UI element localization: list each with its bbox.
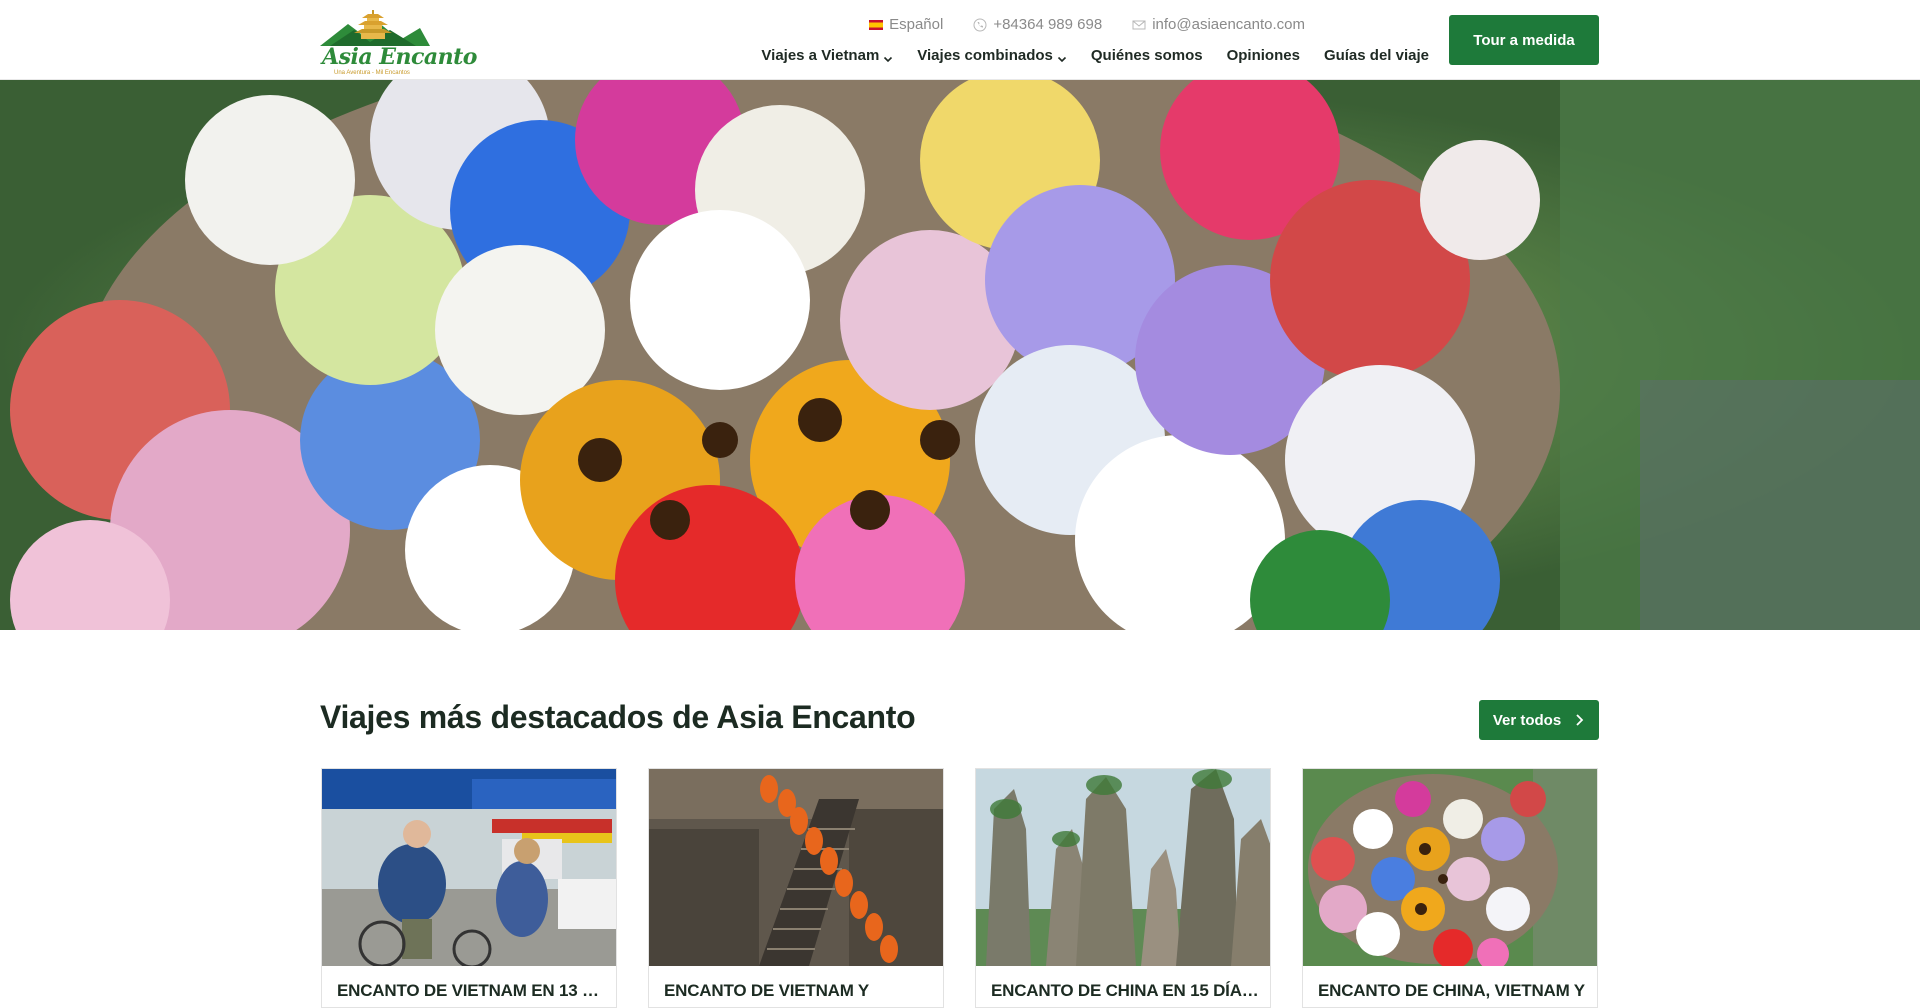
featured-tours-grid: ENCANTO DE VIETNAM EN 13 DÍAS ENCANTO DE… (321, 768, 1599, 1008)
chevron-down-icon (883, 51, 893, 62)
nav-item-label: Guías del viaje (1323, 47, 1429, 64)
nav-item-opiniones[interactable]: Opiniones (1227, 47, 1300, 64)
karst-mountains-photo (976, 769, 1270, 966)
logo-tagline: Una Aventura - Mil Encantos (334, 70, 410, 76)
featured-section-title: Viajes más destacados de Asia Encanto (320, 699, 916, 735)
nav-item-quienes-somos[interactable]: Quiénes somos (1091, 47, 1203, 64)
logo-wordmark: Asia Encanto (322, 44, 477, 70)
ver-todos-button[interactable]: Ver todos (1479, 700, 1599, 740)
phone-icon (973, 18, 987, 32)
email-link[interactable]: info@asiaencanto.com (1132, 16, 1305, 33)
language-selector[interactable]: Español (869, 16, 943, 33)
tour-card-image (1303, 769, 1597, 966)
nav-item-viajes-vietnam[interactable]: Viajes a Vietnam (761, 47, 893, 64)
language-label: Español (889, 16, 944, 33)
nav-item-guias[interactable]: Guías del viaje (1324, 47, 1429, 64)
nav-item-label: Viajes combinados (917, 47, 1053, 64)
phone-number: +84364 989 698 (993, 16, 1103, 33)
cyclo-ride-photo (322, 769, 616, 966)
main-nav: Viajes a Vietnam Viajes combinados Quién… (737, 47, 1429, 64)
chevron-down-icon (1057, 51, 1067, 62)
tour-card[interactable]: ENCANTO DE VIETNAM EN 13 DÍAS (321, 768, 617, 1008)
tour-card-title: ENCANTO DE VIETNAM EN 13 DÍAS (337, 981, 607, 1000)
tour-card-image (976, 769, 1270, 966)
flower-bouquet-photo (0, 80, 1920, 630)
site-header: Asia Encanto Una Aventura - Mil Encantos… (0, 0, 1920, 80)
tour-card[interactable]: ENCANTO DE CHINA EN 15 DÍAS Y (975, 768, 1271, 1008)
tour-card-title: ENCANTO DE CHINA, VIETNAM Y (1318, 981, 1585, 1000)
flower-bouquet-photo (1303, 769, 1597, 966)
tour-card-image (322, 769, 616, 966)
phone-link[interactable]: +84364 989 698 (973, 16, 1102, 33)
nav-item-label: Viajes a Vietnam (761, 47, 880, 64)
pagoda-logo-icon (320, 10, 430, 46)
nav-item-label: Quiénes somos (1090, 47, 1203, 64)
temple-monks-photo (649, 769, 943, 966)
tour-card[interactable]: ENCANTO DE CHINA, VIETNAM Y (1302, 768, 1598, 1008)
tour-card[interactable]: ENCANTO DE VIETNAM Y (648, 768, 944, 1008)
ver-todos-label: Ver todos (1492, 711, 1562, 729)
site-logo[interactable]: Asia Encanto Una Aventura - Mil Encantos (320, 6, 477, 76)
email-address: info@asiaencanto.com (1152, 16, 1305, 33)
nav-item-label: Opiniones (1226, 47, 1300, 64)
hero-image (0, 80, 1920, 630)
tour-a-medida-button[interactable]: Tour a medida (1449, 15, 1599, 65)
contact-bar: Español +84364 989 698 info@asiaencanto.… (839, 16, 1305, 33)
tour-card-image (649, 769, 943, 966)
spain-flag-icon (869, 19, 884, 30)
nav-item-viajes-combinados[interactable]: Viajes combinados (917, 47, 1067, 64)
tour-card-title: ENCANTO DE CHINA EN 15 DÍAS Y (991, 981, 1261, 1000)
tour-card-title: ENCANTO DE VIETNAM Y (664, 981, 870, 1000)
mail-icon (1132, 18, 1146, 32)
chevron-right-icon (1576, 714, 1584, 726)
